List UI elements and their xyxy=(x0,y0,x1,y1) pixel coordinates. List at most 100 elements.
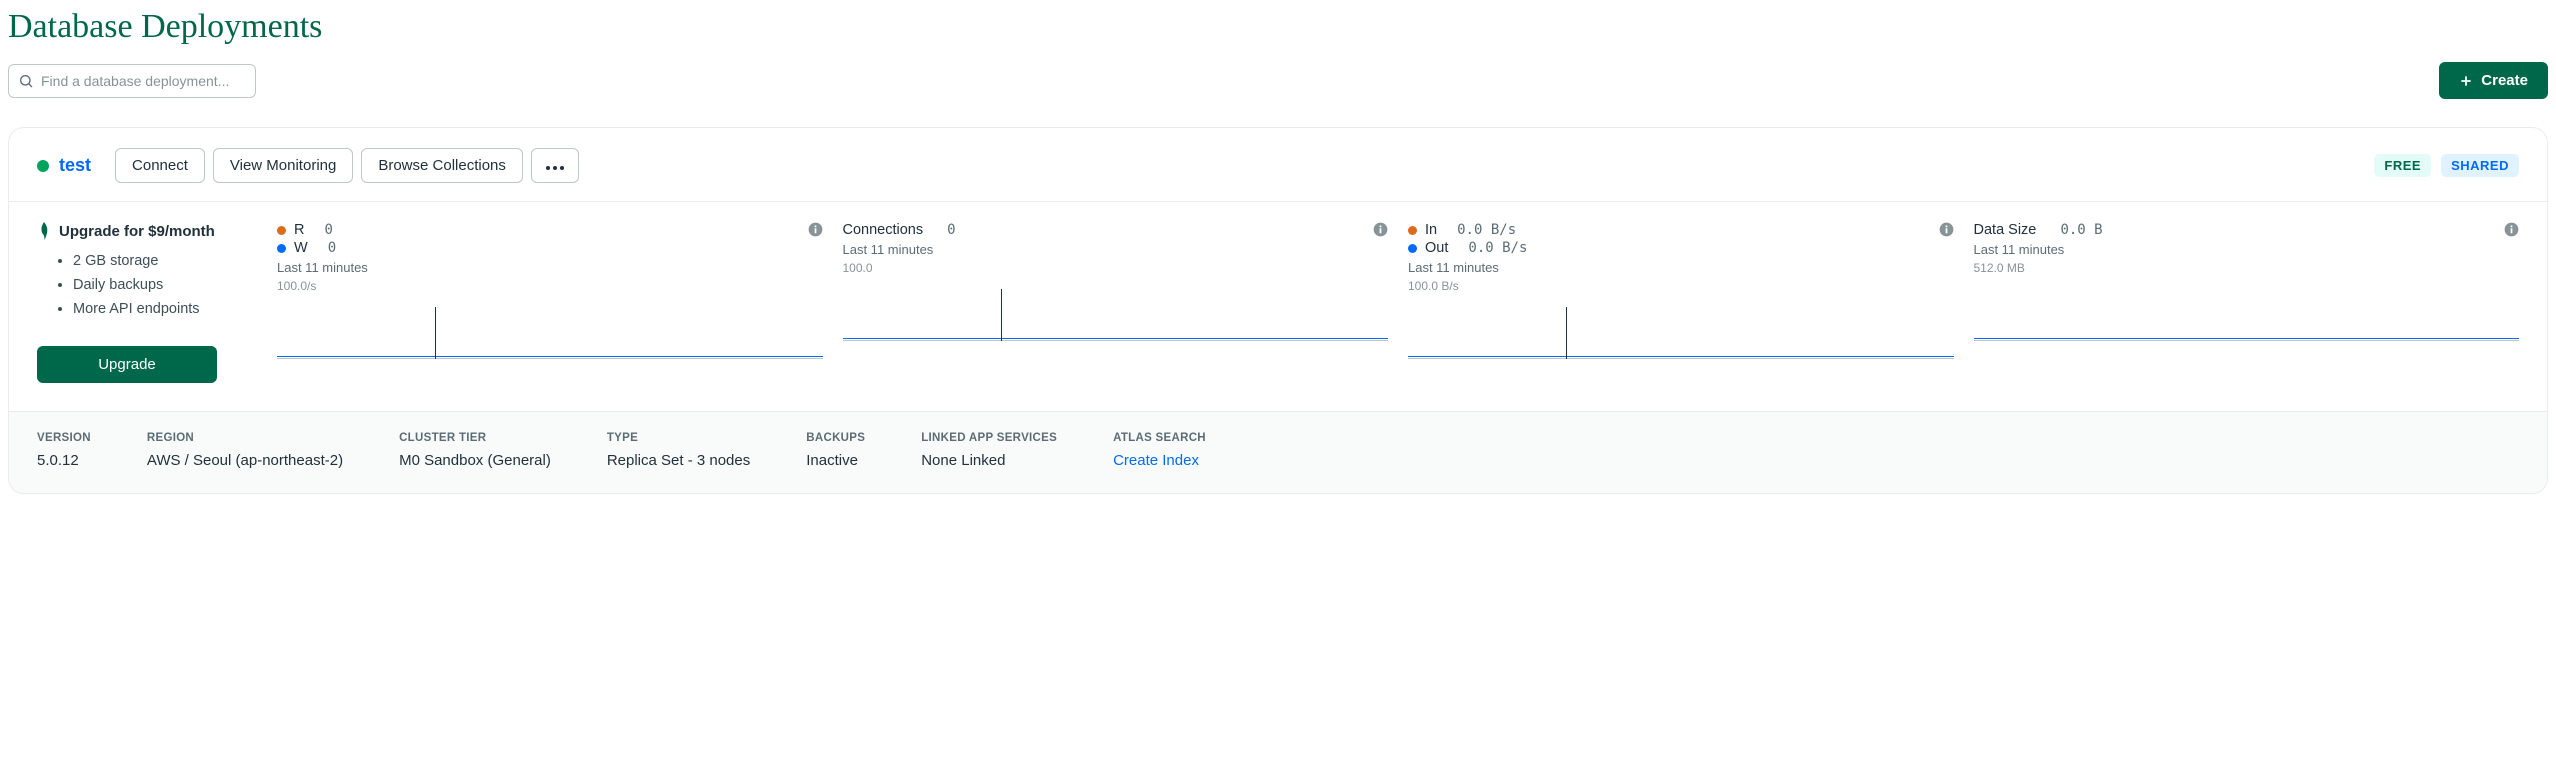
info-icon[interactable] xyxy=(1939,222,1954,237)
view-monitoring-button[interactable]: View Monitoring xyxy=(213,148,353,183)
chart-line xyxy=(1408,356,1954,357)
out-value: 0.0 B/s xyxy=(1468,240,1527,256)
last-time: Last 11 minutes xyxy=(843,242,1389,257)
chart-line xyxy=(1974,338,2520,339)
free-tag: FREE xyxy=(2374,154,2431,177)
footer-linked: LINKED APP SERVICES None Linked xyxy=(921,432,1057,469)
browse-collections-button[interactable]: Browse Collections xyxy=(361,148,523,183)
chart-axis xyxy=(1974,340,2520,341)
connections-value: 0 xyxy=(947,222,955,238)
more-actions-button[interactable] xyxy=(531,148,579,183)
footer-label: LINKED APP SERVICES xyxy=(921,432,1057,444)
upgrade-feature: Daily backups xyxy=(73,274,257,298)
r-label: R xyxy=(294,222,304,238)
metric-data-size: Data Size 0.0 B Last 11 minutes 512.0 MB xyxy=(1974,222,2520,383)
create-label: Create xyxy=(2481,72,2528,89)
chart-tick xyxy=(435,307,436,359)
footer-value: Replica Set - 3 nodes xyxy=(607,452,750,469)
search-wrap xyxy=(8,64,256,98)
footer-region: REGION AWS / Seoul (ap-northeast-2) xyxy=(147,432,343,469)
axis-label: 100.0/s xyxy=(277,279,823,293)
toolbar: Create xyxy=(8,62,2548,99)
dot-icon xyxy=(1408,226,1417,235)
in-label: In xyxy=(1425,222,1437,238)
in-value: 0.0 B/s xyxy=(1457,222,1516,238)
rw-chart xyxy=(277,297,823,359)
axis-label: 100.0 B/s xyxy=(1408,279,1954,293)
shared-tag: SHARED xyxy=(2441,154,2519,177)
axis-label: 512.0 MB xyxy=(1974,261,2520,275)
page-title: Database Deployments xyxy=(8,8,2548,46)
chart-tick xyxy=(1566,307,1567,359)
footer-atlas-search: ATLAS SEARCH Create Index xyxy=(1113,432,1206,469)
dot-icon xyxy=(1408,244,1417,253)
chart-axis xyxy=(843,340,1389,341)
connections-label: Connections xyxy=(843,222,924,238)
footer-backups: BACKUPS Inactive xyxy=(806,432,865,469)
w-label: W xyxy=(294,240,308,256)
last-time: Last 11 minutes xyxy=(1974,242,2520,257)
axis-label: 100.0 xyxy=(843,261,1389,275)
w-value: 0 xyxy=(328,240,336,256)
connections-chart xyxy=(843,279,1389,341)
data-size-label: Data Size xyxy=(1974,222,2037,238)
plus-icon xyxy=(2459,74,2473,88)
cluster-name-link[interactable]: test xyxy=(59,155,91,176)
footer-label: BACKUPS xyxy=(806,432,865,444)
cluster-name-wrap: test xyxy=(37,155,91,176)
footer-tier: CLUSTER TIER M0 Sandbox (General) xyxy=(399,432,551,469)
footer-label: VERSION xyxy=(37,432,91,444)
card-header: test Connect View Monitoring Browse Coll… xyxy=(9,128,2547,202)
upgrade-headline: Upgrade for $9/month xyxy=(37,222,257,240)
info-icon[interactable] xyxy=(2504,222,2519,237)
upgrade-features: 2 GB storage Daily backups More API endp… xyxy=(73,250,257,322)
upgrade-panel: Upgrade for $9/month 2 GB storage Daily … xyxy=(37,222,257,383)
upgrade-button[interactable]: Upgrade xyxy=(37,346,217,383)
footer-value: 5.0.12 xyxy=(37,452,91,469)
create-index-link[interactable]: Create Index xyxy=(1113,452,1206,469)
upgrade-feature: 2 GB storage xyxy=(73,250,257,274)
deployment-card: test Connect View Monitoring Browse Coll… xyxy=(8,127,2548,494)
chart-axis xyxy=(1408,358,1954,359)
footer-label: CLUSTER TIER xyxy=(399,432,551,444)
footer-label: REGION xyxy=(147,432,343,444)
ellipsis-icon xyxy=(546,166,564,170)
search-input[interactable] xyxy=(8,64,256,98)
dot-icon xyxy=(277,226,286,235)
leaf-icon xyxy=(37,222,51,240)
footer-label: ATLAS SEARCH xyxy=(1113,432,1206,444)
connect-button[interactable]: Connect xyxy=(115,148,205,183)
r-value: 0 xyxy=(325,222,333,238)
dot-icon xyxy=(277,244,286,253)
footer-label: TYPE xyxy=(607,432,750,444)
metric-io: In 0.0 B/s Out 0.0 B/s Last 11 minutes 1… xyxy=(1408,222,1954,383)
footer-value: None Linked xyxy=(921,452,1057,469)
metrics-row: R 0 W 0 Last 11 minutes 100.0/s Connecti… xyxy=(277,222,2519,383)
chart-axis xyxy=(277,358,823,359)
create-button[interactable]: Create xyxy=(2439,62,2548,99)
action-buttons: Connect View Monitoring Browse Collectio… xyxy=(115,148,579,183)
upgrade-headline-text: Upgrade for $9/month xyxy=(59,223,215,240)
metric-connections: Connections 0 Last 11 minutes 100.0 xyxy=(843,222,1389,383)
card-footer: VERSION 5.0.12 REGION AWS / Seoul (ap-no… xyxy=(9,411,2547,493)
metric-rw: R 0 W 0 Last 11 minutes 100.0/s xyxy=(277,222,823,383)
info-icon[interactable] xyxy=(1373,222,1388,237)
last-time: Last 11 minutes xyxy=(1408,260,1954,275)
data-size-chart xyxy=(1974,279,2520,341)
footer-version: VERSION 5.0.12 xyxy=(37,432,91,469)
footer-value: Inactive xyxy=(806,452,865,469)
last-time: Last 11 minutes xyxy=(277,260,823,275)
out-label: Out xyxy=(1425,240,1448,256)
data-size-value: 0.0 B xyxy=(2060,222,2102,238)
header-right: FREE SHARED xyxy=(2374,154,2519,177)
footer-value: AWS / Seoul (ap-northeast-2) xyxy=(147,452,343,469)
chart-line xyxy=(277,356,823,357)
info-icon[interactable] xyxy=(808,222,823,237)
upgrade-feature: More API endpoints xyxy=(73,298,257,322)
footer-type: TYPE Replica Set - 3 nodes xyxy=(607,432,750,469)
status-dot-icon xyxy=(37,160,49,172)
search-icon xyxy=(18,73,34,89)
card-body: Upgrade for $9/month 2 GB storage Daily … xyxy=(9,202,2547,411)
header-left: test Connect View Monitoring Browse Coll… xyxy=(37,148,579,183)
chart-line xyxy=(843,338,1389,339)
